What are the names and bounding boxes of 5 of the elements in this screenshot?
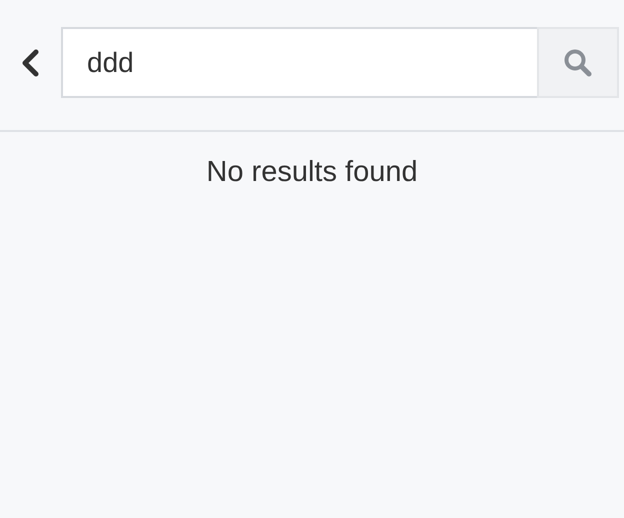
chevron-left-icon [20,48,40,76]
search-icon [563,48,593,78]
search-field[interactable]: ddd [61,27,537,98]
no-results-message: No results found [206,156,418,188]
search-button[interactable] [537,27,619,98]
